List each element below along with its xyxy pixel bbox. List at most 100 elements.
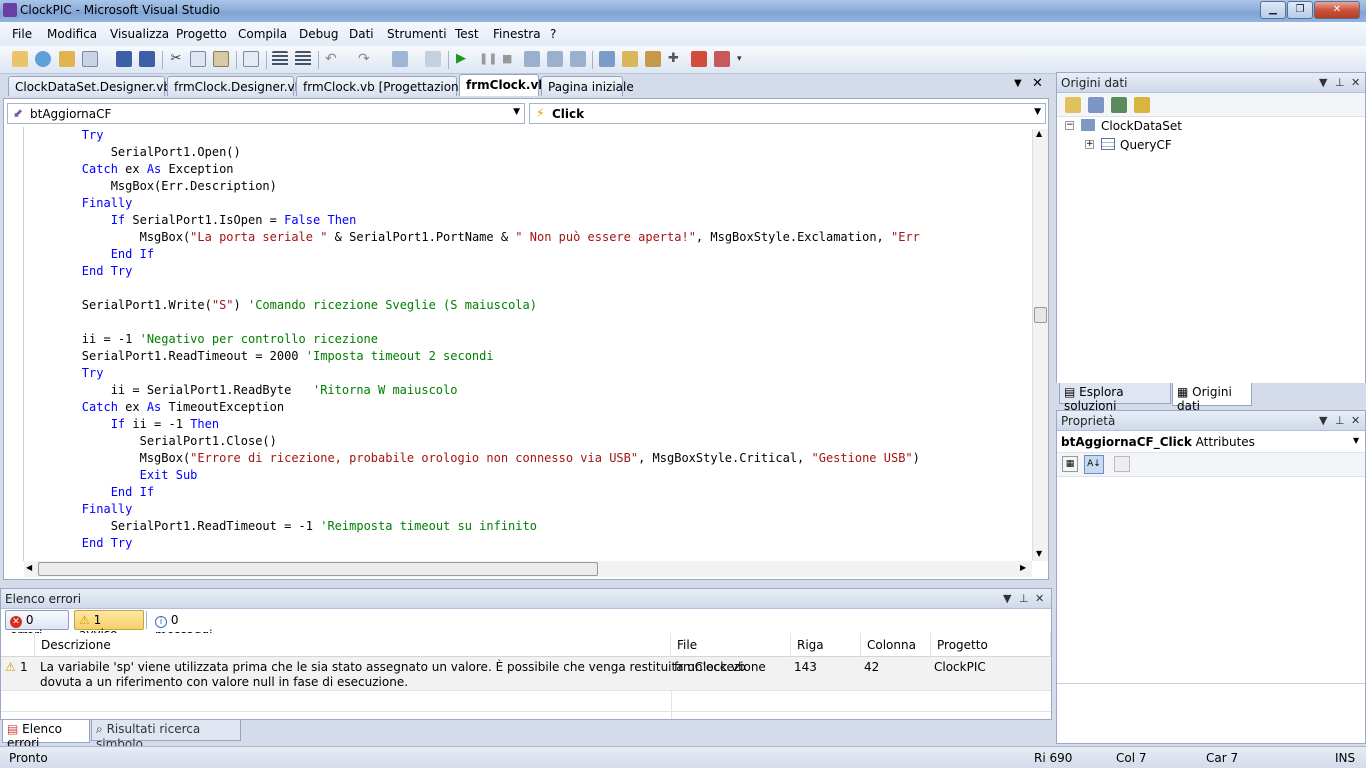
uncomment-icon[interactable] xyxy=(295,51,311,67)
tab-frmclock-design[interactable]: frmClock.vb [Progettazione] xyxy=(296,76,471,96)
scroll-left-icon[interactable]: ◀ xyxy=(26,563,32,572)
tab-error-list[interactable]: ▤ Elenco errori xyxy=(2,720,90,750)
categorized-icon[interactable]: ▦ xyxy=(1062,456,1078,472)
code-line[interactable]: Catch ex As Exception xyxy=(24,161,1034,178)
tab-frmclock-designer[interactable]: frmClock.Designer.vb xyxy=(167,76,302,96)
menu-modifica[interactable]: Modifica xyxy=(47,27,97,41)
maximize-button[interactable]: ❐ xyxy=(1287,1,1313,19)
auto-hide-pin-icon[interactable]: ⊥ xyxy=(1019,592,1029,605)
column-header-column[interactable]: Colonna xyxy=(861,633,931,657)
code-line[interactable]: End Try xyxy=(24,263,1034,280)
code-line[interactable]: ii = -1 'Negativo per controllo ricezion… xyxy=(24,331,1034,348)
code-line[interactable]: MsgBox("Errore di ricezione, probabile o… xyxy=(24,450,1034,467)
code-line[interactable]: Finally xyxy=(24,195,1034,212)
code-line[interactable]: If SerialPort1.IsOpen = False Then xyxy=(24,212,1034,229)
table-row[interactable]: ⚠ 1 La variabile 'sp' viene utilizzata p… xyxy=(1,657,1051,691)
messages-filter-button[interactable]: i 0 messaggi xyxy=(150,610,234,642)
menu-strumenti[interactable]: Strumenti xyxy=(387,27,447,41)
code-line[interactable]: SerialPort1.ReadTimeout = 2000 'Imposta … xyxy=(24,348,1034,365)
code-line[interactable]: Catch ex As TimeoutException xyxy=(24,399,1034,416)
code-line[interactable]: If ii = -1 Then xyxy=(24,416,1034,433)
column-header-description[interactable]: Descrizione xyxy=(35,633,671,657)
column-header-project[interactable]: Progetto xyxy=(931,633,1051,657)
step-out-icon[interactable] xyxy=(570,51,586,67)
code-line[interactable] xyxy=(24,280,1034,297)
toolbox-icon[interactable]: ✚ xyxy=(668,51,684,67)
code-line[interactable]: MsgBox("La porta seriale " & SerialPort1… xyxy=(24,229,1034,246)
open-folder-icon[interactable] xyxy=(59,51,75,67)
window-position-icon[interactable]: ▼ xyxy=(1003,592,1011,605)
close-document-icon[interactable]: ✕ xyxy=(1032,76,1043,91)
tab-frmclock-code[interactable]: frmClock.vb xyxy=(459,74,547,96)
code-line[interactable] xyxy=(24,314,1034,331)
menu-progetto[interactable]: Progetto xyxy=(176,27,227,41)
new-project-icon[interactable] xyxy=(12,51,28,67)
menu-compila[interactable]: Compila xyxy=(238,27,287,41)
method-name-combo[interactable]: ⚡ Click ▼ xyxy=(529,103,1046,124)
code-line[interactable]: End Try xyxy=(24,535,1034,552)
horizontal-scroll-thumb[interactable] xyxy=(38,562,598,576)
code-line[interactable]: SerialPort1.Close() xyxy=(24,433,1034,450)
paste-icon[interactable] xyxy=(213,51,229,67)
object-browser-icon[interactable] xyxy=(645,51,661,67)
code-line[interactable]: ii = SerialPort1.ReadByte 'Ritorna W mai… xyxy=(24,382,1034,399)
close-button[interactable]: ✕ xyxy=(1314,1,1360,19)
code-line[interactable]: Try xyxy=(24,127,1034,144)
warnings-filter-button[interactable]: ⚠ 1 avviso xyxy=(74,610,144,641)
window-position-icon[interactable]: ▼ xyxy=(1319,76,1327,89)
find-icon[interactable] xyxy=(243,51,259,67)
save-icon[interactable] xyxy=(116,51,132,67)
horizontal-scrollbar[interactable]: ◀ ▶ xyxy=(24,561,1032,577)
redo-icon[interactable]: ↷ xyxy=(358,51,374,67)
code-line[interactable]: MsgBox(Err.Description) xyxy=(24,178,1034,195)
start-debugging-icon[interactable]: ▶ xyxy=(456,51,472,67)
code-line[interactable]: SerialPort1.Write("S") 'Comando ricezion… xyxy=(24,297,1034,314)
step-into-icon[interactable] xyxy=(524,51,540,67)
tree-node-querycf[interactable]: QueryCF xyxy=(1120,138,1172,152)
property-pages-icon[interactable] xyxy=(1114,456,1130,472)
tree-expand-icon[interactable]: + xyxy=(1085,140,1094,149)
close-pane-icon[interactable]: ✕ xyxy=(1035,592,1044,605)
auto-hide-pin-icon[interactable]: ⊥ xyxy=(1335,76,1345,89)
menu-dati[interactable]: Dati xyxy=(349,27,374,41)
add-item-icon[interactable] xyxy=(82,51,98,67)
start-page-icon[interactable] xyxy=(714,51,730,67)
navigate-forward-icon[interactable] xyxy=(425,51,441,67)
class-name-combo[interactable]: ⬋ btAggiornaCF ▼ xyxy=(7,103,525,124)
menu-file[interactable]: File xyxy=(12,27,32,41)
code-line[interactable]: End If xyxy=(24,246,1034,263)
add-data-source-icon[interactable] xyxy=(1065,97,1081,113)
toolbar-options-icon[interactable]: ▾ xyxy=(737,54,742,64)
menu-help[interactable]: ? xyxy=(550,27,556,41)
scroll-up-icon[interactable]: ▲ xyxy=(1036,129,1042,138)
configure-dataset-icon[interactable] xyxy=(1111,97,1127,113)
solution-explorer-icon[interactable] xyxy=(599,51,615,67)
code-line[interactable]: SerialPort1.Open() xyxy=(24,144,1034,161)
vertical-scroll-thumb[interactable] xyxy=(1034,307,1047,323)
error-list-icon[interactable] xyxy=(691,51,707,67)
close-pane-icon[interactable]: ✕ xyxy=(1351,76,1360,89)
code-text-area[interactable]: Try SerialPort1.Open() Catch ex As Excep… xyxy=(24,127,1034,561)
tab-start-page[interactable]: Pagina iniziale xyxy=(541,76,634,96)
navigate-backward-icon[interactable] xyxy=(392,51,408,67)
menu-test[interactable]: Test xyxy=(455,27,479,41)
tab-data-sources[interactable]: ▦ Origini dati xyxy=(1172,383,1252,413)
window-position-icon[interactable]: ▼ xyxy=(1319,414,1327,427)
menu-debug[interactable]: Debug xyxy=(299,27,338,41)
column-header-icon[interactable] xyxy=(1,633,35,657)
undo-icon[interactable]: ↶ xyxy=(325,51,341,67)
save-all-icon[interactable] xyxy=(139,51,155,67)
pause-icon[interactable]: ❚❚ xyxy=(479,51,497,67)
code-line[interactable]: Try xyxy=(24,365,1034,382)
tree-collapse-icon[interactable]: − xyxy=(1065,121,1074,130)
column-header-file[interactable]: File xyxy=(671,633,791,657)
code-line[interactable]: SerialPort1.ReadTimeout = -1 'Reimposta … xyxy=(24,518,1034,535)
column-header-line[interactable]: Riga xyxy=(791,633,861,657)
errors-filter-button[interactable]: ✕ 0 errori xyxy=(5,610,69,642)
code-line[interactable]: Finally xyxy=(24,501,1034,518)
tab-find-symbol-results[interactable]: ⌕ Risultati ricerca simbolo xyxy=(91,720,241,751)
tab-clockdataset-designer[interactable]: ClockDataSet.Designer.vb xyxy=(8,76,171,96)
minimize-button[interactable]: ▁ xyxy=(1260,1,1286,19)
cut-icon[interactable]: ✂ xyxy=(168,51,184,67)
scroll-down-icon[interactable]: ▼ xyxy=(1036,549,1042,558)
